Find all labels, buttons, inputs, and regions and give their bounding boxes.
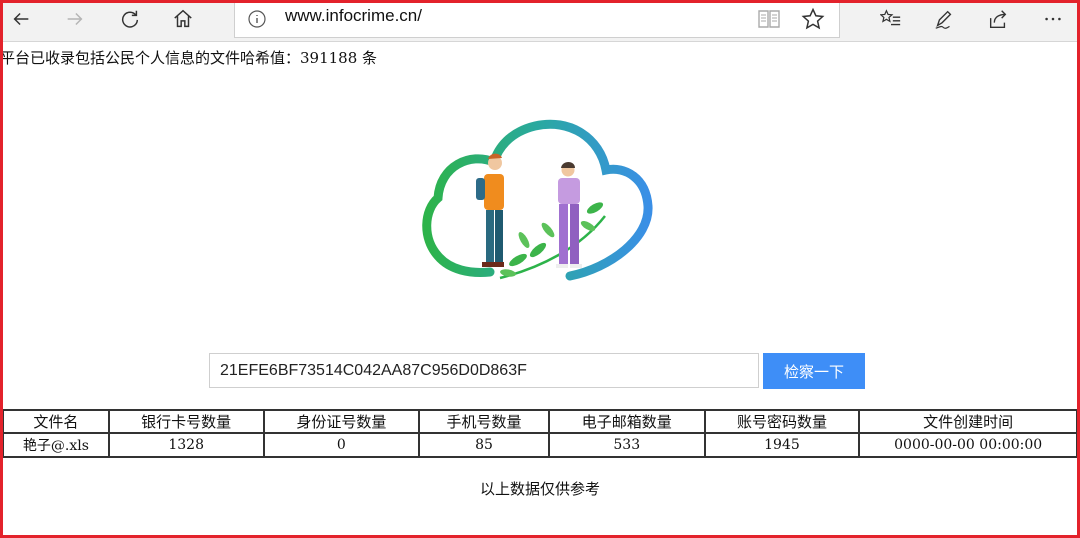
cell-filename: 艳子@.xls	[2, 432, 110, 458]
header-emails: 电子邮箱数量	[547, 409, 706, 434]
header-created-time: 文件创建时间	[858, 409, 1078, 434]
search-button[interactable]: 检察一下	[763, 353, 865, 389]
home-button[interactable]	[166, 4, 200, 34]
cell-phone-numbers: 85	[418, 432, 550, 458]
address-bar[interactable]: www.infocrime.cn/	[234, 0, 840, 38]
url-text[interactable]: www.infocrime.cn/	[285, 6, 422, 26]
header-id-numbers: 身份证号数量	[262, 409, 421, 434]
table-header-row: 文件名 银行卡号数量 身份证号数量 手机号数量 电子邮箱数量 账号密码数量 文件…	[2, 409, 1078, 434]
forward-arrow-icon	[67, 12, 83, 26]
refresh-icon	[122, 10, 139, 28]
more-icon	[1045, 17, 1061, 21]
boy-figure	[476, 153, 504, 267]
cell-created-time: 0000-00-00 00:00:00	[858, 432, 1078, 458]
favorites-list-button[interactable]	[874, 4, 908, 34]
cloud-logo	[422, 119, 653, 281]
result-table: 文件名 银行卡号数量 身份证号数量 手机号数量 电子邮箱数量 账号密码数量 文件…	[2, 409, 1078, 458]
cell-bank-cards: 1328	[107, 432, 265, 458]
more-button[interactable]	[1036, 4, 1070, 34]
favorites-list-icon	[880, 9, 901, 26]
forward-button[interactable]	[58, 4, 92, 34]
pen-icon	[935, 10, 952, 29]
browser-toolbar: www.infocrime.cn/	[0, 0, 1080, 42]
header-filename: 文件名	[2, 409, 110, 434]
hash-search-input[interactable]	[209, 353, 759, 388]
reading-view-icon[interactable]	[757, 8, 781, 30]
cell-emails: 533	[547, 432, 706, 458]
home-icon	[174, 9, 192, 28]
favorite-star-icon[interactable]	[801, 7, 825, 31]
back-arrow-icon	[13, 12, 29, 26]
info-icon[interactable]	[247, 9, 267, 29]
header-account-passwords: 账号密码数量	[703, 409, 861, 434]
girl-figure	[556, 162, 582, 268]
cell-id-numbers: 0	[262, 432, 421, 458]
notes-button[interactable]	[927, 4, 961, 34]
cell-account-passwords: 1945	[703, 432, 861, 458]
disclaimer-text: 以上数据仅供参考	[479, 480, 600, 498]
hash-count-text: 平台已收录包括公民个人信息的文件哈希值：391188 条	[0, 49, 378, 67]
refresh-button[interactable]	[113, 4, 147, 34]
header-phone-numbers: 手机号数量	[418, 409, 550, 434]
share-button[interactable]	[981, 4, 1015, 34]
share-icon	[989, 10, 1007, 28]
header-bank-cards: 银行卡号数量	[107, 409, 265, 434]
back-button[interactable]	[4, 4, 38, 34]
table-row: 艳子@.xls 1328 0 85 533 1945 0000-00-00 00…	[2, 432, 1078, 458]
